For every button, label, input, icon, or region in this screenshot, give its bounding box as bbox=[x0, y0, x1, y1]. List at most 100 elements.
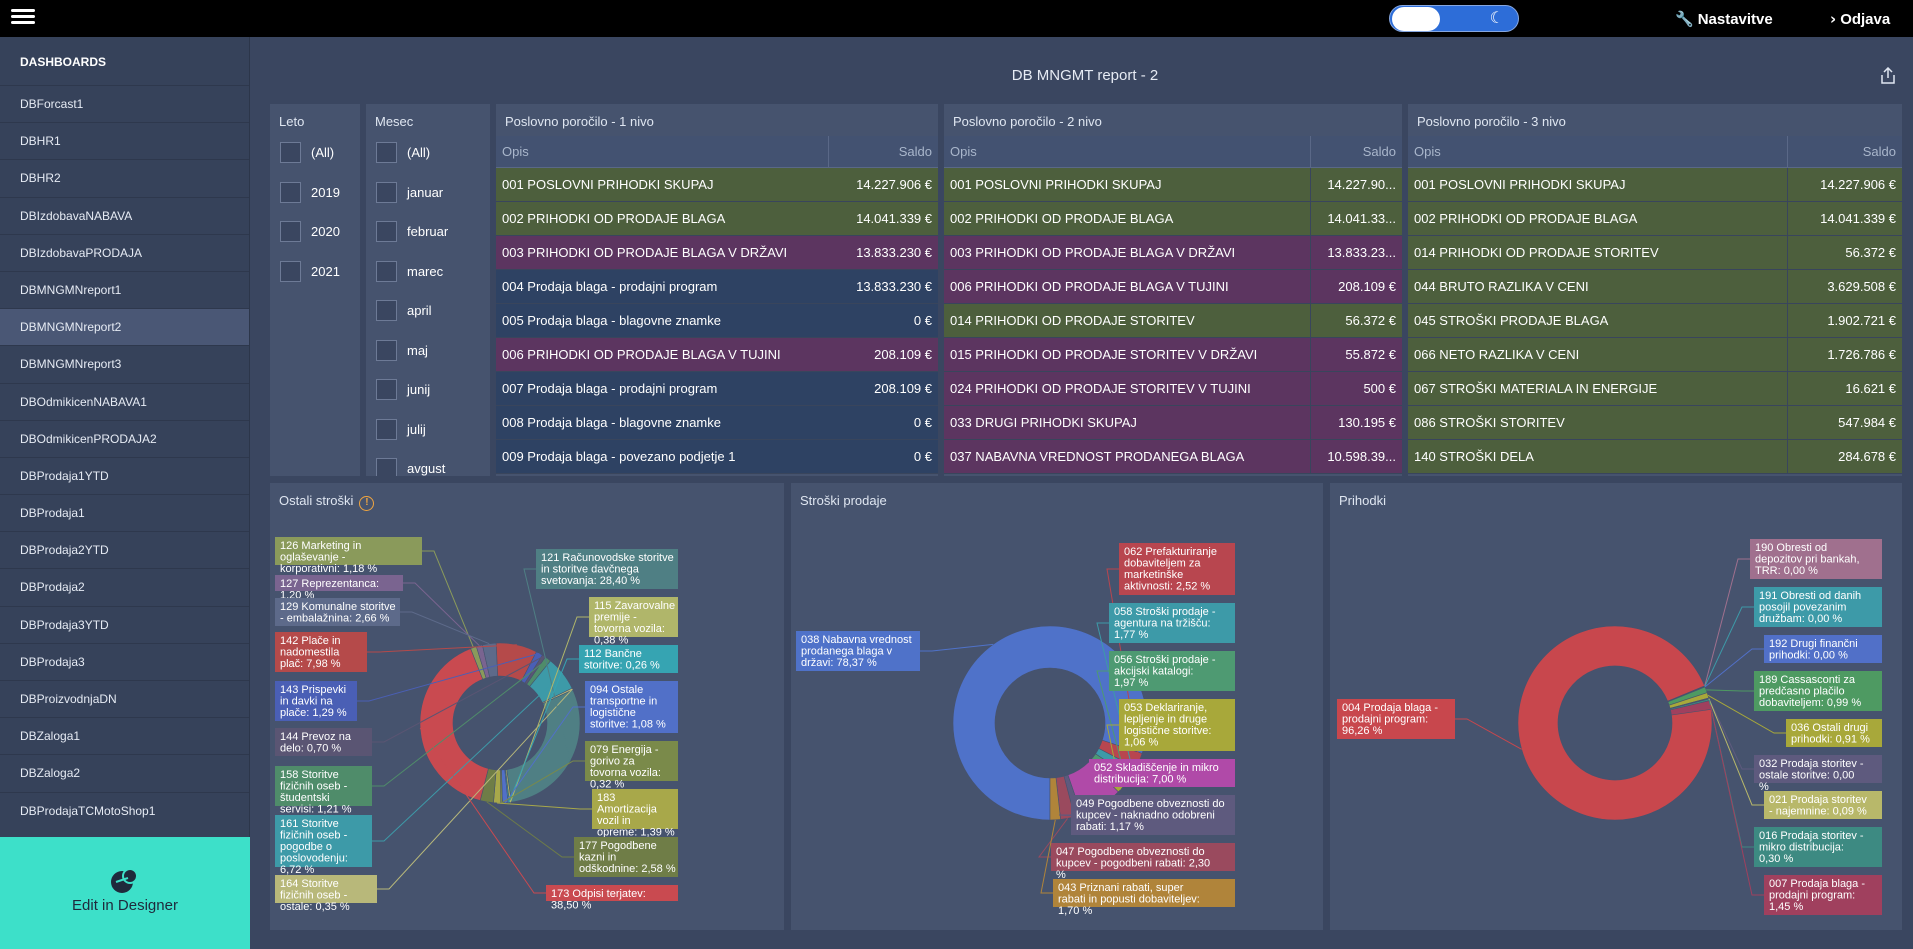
table-row[interactable]: 007 Prodaja blaga - prodajni program 208.… bbox=[496, 372, 938, 406]
theme-toggle[interactable]: ☾ bbox=[1389, 5, 1519, 32]
pie-slice[interactable] bbox=[1517, 625, 1713, 821]
sidebar-item[interactable]: DBZaloga1 bbox=[0, 717, 249, 754]
sidebar-item[interactable]: DBProdaja2 bbox=[0, 568, 249, 605]
filter-option[interactable]: (All) bbox=[376, 142, 430, 163]
table-row[interactable]: 033 DRUGI PRIHODKI SKUPAJ 130.195 € bbox=[944, 406, 1402, 440]
filter-option[interactable]: januar bbox=[376, 181, 443, 203]
table-row[interactable]: 002 PRIHODKI OD PRODAJE BLAGA 14.041.339 … bbox=[496, 202, 938, 236]
checkbox[interactable] bbox=[280, 142, 301, 163]
export-icon[interactable] bbox=[1880, 66, 1896, 85]
checkbox[interactable] bbox=[376, 221, 397, 242]
column-header-opis[interactable]: Opis bbox=[944, 136, 1310, 167]
sidebar-item[interactable]: DBProdaja1 bbox=[0, 494, 249, 531]
filter-option[interactable]: 2021 bbox=[280, 260, 340, 282]
sidebar-item[interactable]: DBIzdobavaPRODAJA bbox=[0, 233, 249, 271]
checkbox[interactable] bbox=[376, 379, 397, 400]
checkbox[interactable] bbox=[376, 300, 397, 321]
table-row[interactable]: 066 NETO RAZLIKA V CENI 1.726.786 € bbox=[1408, 338, 1902, 372]
grid-nivo3-panel: Poslovno poročilo - 3 nivo Opis Saldo 001 … bbox=[1408, 104, 1902, 476]
table-row[interactable]: 003 PRIHODKI OD PRODAJE BLAGA V DRŽAVI 13… bbox=[944, 236, 1402, 270]
column-header-opis[interactable]: Opis bbox=[1408, 136, 1787, 167]
table-row[interactable]: 004 Prodaja blaga - prodajni program 13.8… bbox=[496, 270, 938, 304]
table-row[interactable]: 002 PRIHODKI OD PRODAJE BLAGA 14.041.339 … bbox=[1408, 202, 1902, 236]
checkbox[interactable] bbox=[376, 418, 397, 440]
sidebar-item[interactable]: DBHR1 bbox=[0, 122, 249, 159]
cell-saldo: 0 € bbox=[913, 449, 932, 464]
column-header-saldo[interactable]: Saldo bbox=[1787, 136, 1902, 167]
sidebar-item[interactable]: DBMNGMNreport1 bbox=[0, 270, 249, 308]
cell-saldo: 13.833.23... bbox=[1310, 236, 1402, 269]
leader-line bbox=[1704, 558, 1750, 687]
table-row[interactable]: 014 PRIHODKI OD PRODAJE STORITEV 56.372 € bbox=[944, 304, 1402, 338]
logout-link[interactable]: › Odjava bbox=[1830, 10, 1890, 28]
filter-option[interactable]: junij bbox=[376, 379, 430, 400]
sidebar-item[interactable]: DBIzdobavaNABAVA bbox=[0, 196, 249, 234]
grid-header: Opis Saldo bbox=[944, 136, 1402, 168]
table-row[interactable]: 037 NABAVNA VREDNOST PRODANEGA BLAGA 10.5… bbox=[944, 440, 1402, 474]
cell-opis: 009 Prodaja blaga - povezano podjetje 1 bbox=[502, 449, 736, 464]
table-row[interactable]: 067 STROŠKI MATERIALA IN ENERGIJE 16.621 … bbox=[1408, 372, 1902, 406]
checkbox[interactable] bbox=[376, 458, 397, 476]
table-row[interactable]: 009 Prodaja blaga - povezano podjetje 1 0… bbox=[496, 440, 938, 474]
table-row[interactable]: 001 POSLOVNI PRIHODKI SKUPAJ 14.227.906 € bbox=[496, 168, 938, 202]
sidebar-item[interactable]: DBProizvodnjaDN bbox=[0, 680, 249, 717]
sidebar-item[interactable]: DBForcast1 bbox=[0, 85, 249, 122]
sidebar-item[interactable]: DBProdaja1YTD bbox=[0, 456, 249, 494]
checkbox[interactable] bbox=[280, 260, 301, 282]
cell-opis: 024 PRIHODKI OD PRODAJE STORITEV V TUJIN… bbox=[950, 381, 1251, 396]
cell-saldo: 14.227.906 € bbox=[856, 177, 932, 192]
filter-option[interactable]: april bbox=[376, 300, 432, 321]
slice-label: 142 Plače in nadomestila plač: 7,98 % bbox=[280, 635, 341, 670]
checkbox[interactable] bbox=[280, 221, 301, 242]
sidebar-item[interactable]: DBProdaja3YTD bbox=[0, 605, 249, 643]
checkbox[interactable] bbox=[376, 260, 397, 282]
checkbox[interactable] bbox=[280, 181, 301, 203]
cell-saldo: 0 € bbox=[913, 415, 932, 430]
grid-nivo3: Opis Saldo 001 POSLOVNI PRIHODKI SKUPAJ 14.… bbox=[1408, 136, 1902, 476]
filter-option[interactable]: marec bbox=[376, 260, 443, 282]
table-row[interactable]: 024 PRIHODKI OD PRODAJE STORITEV V TUJIN… bbox=[944, 372, 1402, 406]
column-header-saldo[interactable]: Saldo bbox=[1310, 136, 1402, 167]
table-row[interactable]: 014 PRIHODKI OD PRODAJE STORITEV 56.372 € bbox=[1408, 236, 1902, 270]
table-row[interactable]: 006 PRIHODKI OD PRODAJE BLAGA V TUJINI 20… bbox=[496, 338, 938, 372]
table-row[interactable]: 045 STROŠKI PRODAJE BLAGA 1.902.721 € bbox=[1408, 304, 1902, 338]
sidebar-item[interactable]: DBHR2 bbox=[0, 159, 249, 196]
sidebar-item[interactable]: DBMNGMNreport3 bbox=[0, 345, 249, 382]
table-row[interactable]: 005 Prodaja blaga - blagovne znamke 0 € bbox=[496, 304, 938, 338]
column-header-opis[interactable]: Opis bbox=[496, 136, 828, 167]
sidebar-item[interactable]: DBProdaja3 bbox=[0, 642, 249, 680]
sidebar-item[interactable]: DBProdajaTCMotoShop1 bbox=[0, 791, 249, 829]
filter-option[interactable]: februar bbox=[376, 221, 448, 242]
filter-option[interactable]: 2020 bbox=[280, 221, 340, 242]
table-row[interactable]: 002 PRIHODKI OD PRODAJE BLAGA 14.041.33..… bbox=[944, 202, 1402, 236]
sidebar-item[interactable]: DBOdmikicenPRODAJA2 bbox=[0, 419, 249, 457]
table-row[interactable]: 086 STROŠKI STORITEV 547.984 € bbox=[1408, 406, 1902, 440]
sidebar-item[interactable]: DBOdmikicenNABAVA1 bbox=[0, 382, 249, 420]
filter-option[interactable]: julij bbox=[376, 418, 426, 440]
table-row[interactable]: 001 POSLOVNI PRIHODKI SKUPAJ 14.227.90... bbox=[944, 168, 1402, 202]
checkbox[interactable] bbox=[376, 142, 397, 163]
table-row[interactable]: 044 BRUTO RAZLIKA V CENI 3.629.508 € bbox=[1408, 270, 1902, 304]
leader-line bbox=[400, 611, 490, 645]
column-header-saldo[interactable]: Saldo bbox=[828, 136, 938, 167]
hamburger-menu-icon[interactable] bbox=[11, 6, 35, 30]
table-row[interactable]: 008 Prodaja blaga - blagovne znamke 0 € bbox=[496, 406, 938, 440]
cell-opis: 067 STROŠKI MATERIALA IN ENERGIJE bbox=[1414, 381, 1658, 396]
edit-in-designer-button[interactable]: Edit in Designer bbox=[0, 837, 250, 949]
table-row[interactable]: 003 PRIHODKI OD PRODAJE BLAGA V DRŽAVI 13… bbox=[496, 236, 938, 270]
sidebar-item[interactable]: DBMNGMNreport2 bbox=[0, 308, 249, 346]
sidebar-item[interactable]: DBZaloga2 bbox=[0, 754, 249, 791]
filter-option[interactable]: 2019 bbox=[280, 181, 340, 203]
sidebar-item[interactable]: DBProdaja2YTD bbox=[0, 531, 249, 568]
checkbox[interactable] bbox=[376, 181, 397, 203]
checkbox[interactable] bbox=[376, 339, 397, 361]
filter-option[interactable]: avgust bbox=[376, 458, 445, 476]
filter-option[interactable]: (All) bbox=[280, 142, 334, 163]
settings-link[interactable]: 🔧 Nastavitve bbox=[1675, 10, 1773, 28]
filter-option[interactable]: maj bbox=[376, 339, 428, 361]
table-row[interactable]: 015 PRIHODKI OD PRODAJE STORITEV V DRŽAV… bbox=[944, 338, 1402, 372]
grid-nivo3-title: Poslovno poročilo - 3 nivo bbox=[1417, 114, 1566, 129]
table-row[interactable]: 140 STROŠKI DELA 284.678 € bbox=[1408, 440, 1902, 474]
table-row[interactable]: 006 PRIHODKI OD PRODAJE BLAGA V TUJINI 20… bbox=[944, 270, 1402, 304]
table-row[interactable]: 001 POSLOVNI PRIHODKI SKUPAJ 14.227.906 € bbox=[1408, 168, 1902, 202]
